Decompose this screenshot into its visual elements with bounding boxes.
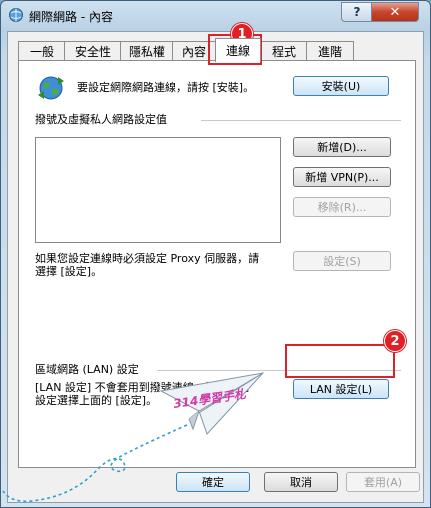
add-connection-button[interactable]: 新增(D)... [293,137,391,157]
setup-instruction-text: 要設定網際網路連線，請按 [安裝]。 [77,81,255,94]
dialup-section-heading: 撥號及虛擬私人網路設定值 [35,113,167,126]
ok-button[interactable]: 確定 [176,472,250,492]
dialup-settings-button[interactable]: 設定(S) [293,251,391,271]
close-button[interactable]: ✕ [371,2,419,22]
network-setup-icon [38,76,64,100]
connections-panel: 要設定網際網路連線，請按 [安裝]。 安裝(U) 撥號及虛擬私人網路設定值 新增… [18,60,416,468]
lan-section-heading: 區域網路 (LAN) 設定 [35,363,139,376]
internet-properties-window: 網際網路 - 內容 ? ✕ 一般 安全性 隱私權 內容 連線 程式 進階 要設定… [0,0,431,508]
proxy-hint-line2: 選擇 [設定]。 [35,265,103,278]
tab-general[interactable]: 一般 [18,41,66,61]
tab-strip: 一般 安全性 隱私權 內容 連線 程式 進階 [18,38,414,62]
dialup-connections-list[interactable] [35,137,281,243]
dialog-body: 一般 安全性 隱私權 內容 連線 程式 進階 要設定網際網路連線，請按 [安裝]… [7,31,424,503]
lan-hint-line2: 設定選擇上面的 [設定]。 [35,394,158,407]
window-title: 網際網路 - 內容 [29,10,113,24]
tab-advanced[interactable]: 進階 [306,41,354,61]
proxy-hint-line1: 如果您設定連線時必須設定 Proxy 伺服器，請 [35,252,260,265]
internet-options-icon [9,8,23,22]
apply-button[interactable]: 套用(A) [346,472,420,492]
tab-connections[interactable]: 連線 [215,38,261,62]
cancel-button[interactable]: 取消 [264,472,338,492]
add-vpn-button[interactable]: 新增 VPN(P)... [293,167,391,187]
dialup-separator [201,120,401,121]
help-button[interactable]: ? [341,2,373,22]
step-2-badge: 2 [384,330,406,352]
remove-connection-button[interactable]: 移除(R)... [293,197,391,217]
lan-settings-button[interactable]: LAN 設定(L) [293,379,389,399]
lan-settings-highlight [285,344,395,378]
setup-button[interactable]: 安裝(U) [293,76,389,96]
title-bar[interactable]: 網際網路 - 內容 ? ✕ [1,1,430,31]
tab-privacy[interactable]: 隱私權 [120,41,174,61]
tab-programs[interactable]: 程式 [260,41,308,61]
tab-security[interactable]: 安全性 [64,41,122,61]
